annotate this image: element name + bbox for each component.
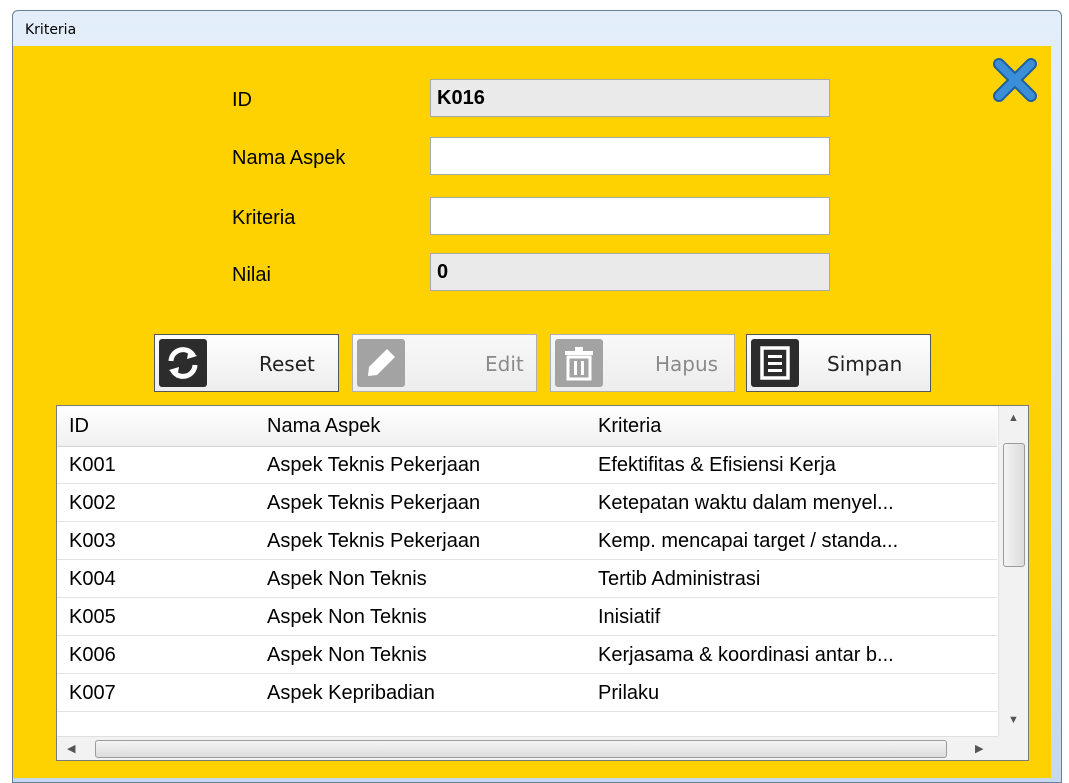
simpan-button[interactable]: Simpan bbox=[746, 334, 931, 392]
nilai-field: 0 bbox=[430, 253, 830, 291]
cell-id: K002 bbox=[69, 492, 116, 514]
table-header: ID Nama Aspek Kriteria bbox=[57, 406, 997, 447]
close-icon[interactable] bbox=[993, 58, 1037, 102]
simpan-button-label: Simpan bbox=[827, 352, 903, 376]
table-row[interactable]: K005 Aspek Non Teknis Inisiatif bbox=[57, 598, 997, 636]
edit-button[interactable]: Edit bbox=[352, 334, 537, 392]
cell-nama-aspek: Aspek Non Teknis bbox=[267, 606, 427, 628]
pencil-icon bbox=[357, 339, 405, 387]
table-row[interactable]: K004 Aspek Non Teknis Tertib Administras… bbox=[57, 560, 997, 598]
vertical-scrollbar[interactable]: ▲ ▼ bbox=[998, 406, 1028, 736]
cell-nama-aspek: Aspek Kepribadian bbox=[267, 682, 435, 704]
horizontal-scrollbar[interactable]: ◀ ▶ bbox=[57, 736, 998, 760]
reset-button[interactable]: Reset bbox=[154, 334, 339, 392]
cell-kriteria: Prilaku bbox=[598, 682, 660, 704]
cell-nama-aspek: Aspek Teknis Pekerjaan bbox=[267, 530, 481, 552]
kriteria-label: Kriteria bbox=[232, 207, 296, 229]
cell-id: K004 bbox=[69, 568, 116, 590]
hapus-button[interactable]: Hapus bbox=[550, 334, 735, 392]
scroll-down-arrow-icon[interactable]: ▼ bbox=[1008, 714, 1019, 726]
cell-id: K007 bbox=[69, 682, 116, 704]
kriteria-field[interactable] bbox=[430, 197, 830, 235]
scrollbar-corner bbox=[998, 736, 1028, 760]
form-panel: ID K016 Nama Aspek Kriteria Nilai 0 Rese… bbox=[13, 46, 1051, 778]
horizontal-scroll-thumb[interactable] bbox=[95, 740, 947, 758]
cell-kriteria: Ketepatan waktu dalam menyel... bbox=[598, 492, 894, 514]
scroll-up-arrow-icon[interactable]: ▲ bbox=[1008, 412, 1019, 424]
edit-button-label: Edit bbox=[485, 352, 524, 376]
scroll-right-arrow-icon[interactable]: ▶ bbox=[975, 742, 983, 755]
nama-aspek-label: Nama Aspek bbox=[232, 147, 346, 169]
cell-kriteria: Efektifitas & Efisiensi Kerja bbox=[598, 454, 836, 476]
cell-kriteria: Kemp. mencapai target / standa... bbox=[598, 530, 899, 552]
table-row[interactable]: K003 Aspek Teknis Pekerjaan Kemp. mencap… bbox=[57, 522, 997, 560]
table-row[interactable]: K001 Aspek Teknis Pekerjaan Efektifitas … bbox=[57, 446, 997, 484]
cell-id: K006 bbox=[69, 644, 116, 666]
cell-nama-aspek: Aspek Non Teknis bbox=[267, 644, 427, 666]
scroll-left-arrow-icon[interactable]: ◀ bbox=[67, 742, 75, 755]
id-field: K016 bbox=[430, 79, 830, 117]
id-label: ID bbox=[232, 89, 252, 111]
cell-id: K005 bbox=[69, 606, 116, 628]
column-header-nama-aspek[interactable]: Nama Aspek bbox=[267, 415, 380, 438]
cell-nama-aspek: Aspek Teknis Pekerjaan bbox=[267, 454, 481, 476]
kriteria-table[interactable]: ID Nama Aspek Kriteria K001 Aspek Teknis… bbox=[56, 405, 1029, 761]
reset-button-label: Reset bbox=[259, 352, 315, 376]
cell-nama-aspek: Aspek Teknis Pekerjaan bbox=[267, 492, 481, 514]
title-bar[interactable]: Kriteria bbox=[13, 11, 1061, 43]
table-row[interactable]: K002 Aspek Teknis Pekerjaan Ketepatan wa… bbox=[57, 484, 997, 522]
save-icon bbox=[751, 339, 799, 387]
table-row[interactable]: K007 Aspek Kepribadian Prilaku bbox=[57, 674, 997, 712]
cell-id: K003 bbox=[69, 530, 116, 552]
column-header-kriteria[interactable]: Kriteria bbox=[598, 415, 661, 438]
refresh-icon bbox=[159, 339, 207, 387]
nilai-label: Nilai bbox=[232, 264, 271, 286]
window-title: Kriteria bbox=[25, 22, 77, 38]
table-row[interactable]: K006 Aspek Non Teknis Kerjasama & koordi… bbox=[57, 636, 997, 674]
cell-kriteria: Inisiatif bbox=[598, 606, 661, 628]
hapus-button-label: Hapus bbox=[655, 352, 719, 376]
vertical-scroll-thumb[interactable] bbox=[1003, 443, 1025, 567]
cell-nama-aspek: Aspek Non Teknis bbox=[267, 568, 427, 590]
nama-aspek-field[interactable] bbox=[430, 137, 830, 175]
cell-id: K001 bbox=[69, 454, 116, 476]
trash-icon bbox=[555, 339, 603, 387]
cell-kriteria: Kerjasama & koordinasi antar b... bbox=[598, 644, 894, 666]
cell-kriteria: Tertib Administrasi bbox=[598, 568, 761, 590]
column-header-id[interactable]: ID bbox=[69, 415, 89, 438]
